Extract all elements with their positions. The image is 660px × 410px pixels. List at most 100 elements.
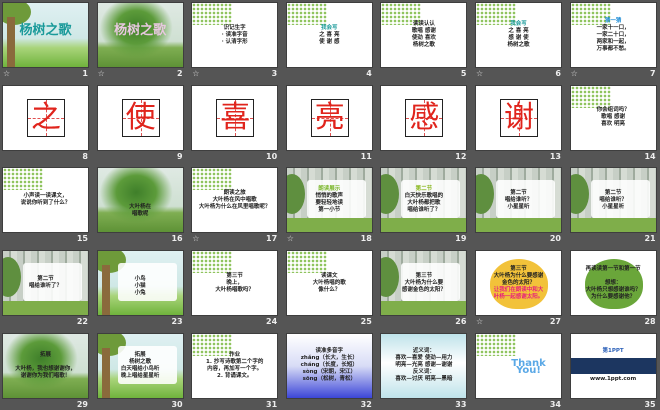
slide-text: 读读认认	[412, 21, 435, 27]
tian-grid: 之	[27, 98, 65, 137]
slide-text: 内容，再加写一个字。	[207, 365, 263, 372]
slide-thumbnail-8[interactable]: 之	[3, 85, 88, 150]
slide-thumbnail-30[interactable]: 拓展 杨树之歌 白天唱给小鸟听 晚上唱给星星听	[97, 333, 183, 398]
slide-number: 32	[360, 399, 372, 409]
animation-star-icon[interactable]: ☆	[192, 234, 199, 243]
slide-thumbnail-31[interactable]: 作业 1. 抄写诗歌第二个字的 内容，再加写一个字。 2. 背诵课文。	[192, 333, 278, 398]
slide-text: 使劲 喜欢	[411, 35, 436, 41]
slide-thumbnail-23[interactable]: 小鸟 小猫 小兔	[97, 251, 183, 316]
slide-text: 唱给谁听？	[504, 196, 533, 203]
slide-number: 3	[271, 69, 278, 78]
slide-number: 21	[644, 234, 656, 244]
slide-thumbnail-9[interactable]: 使	[97, 85, 183, 150]
slide-text: 大叶杨，我也想谢谢你，	[15, 365, 76, 372]
slide-thumbnail-17[interactable]: 朗读之旅 大叶杨在风中唱歌 大叶杨为什么在风里唱歌呢？	[192, 168, 278, 233]
animation-star-icon[interactable]: ☆	[571, 69, 578, 78]
slide-text: 一家二十口，	[596, 31, 630, 38]
slide-text: 一家十一口，	[596, 24, 630, 31]
slide-text: 想想：	[604, 279, 622, 286]
slide-thumbnail-4[interactable]: 我会写之 喜 亮使 谢 感	[286, 3, 372, 67]
slide-text: 大叶杨在风中唱歌	[212, 196, 257, 203]
slide-number: 7	[650, 69, 656, 78]
slide-thumbnail-7[interactable]: 猜一猜 一家十一口， 一家二十口， 两家和一起， 万事都不愁。	[570, 3, 656, 67]
slide-text: 拓展	[134, 351, 146, 358]
slide-number: 24	[266, 317, 278, 327]
slide-thumbnail-25[interactable]: 读课文 大叶杨唱的歌 像什么？	[286, 251, 372, 316]
slide-number: 34	[549, 399, 561, 409]
animation-star-icon[interactable]: ☆	[287, 234, 294, 243]
slide-text: 识记生字	[223, 24, 246, 31]
slide-text: 唱给谁听了？	[407, 207, 441, 214]
slide-text: 歌唱 感谢	[411, 28, 436, 34]
slide-text: 大叶杨唱的歌	[312, 279, 346, 286]
animation-star-icon[interactable]: ☆	[476, 317, 483, 326]
slide-thumbnail-34[interactable]: Thank You!	[476, 333, 561, 398]
slide-thumbnail-6[interactable]: 我会写之 喜 亮感 谢 使杨树之歌	[476, 3, 561, 67]
slide-thumbnail-24[interactable]: 第三节 晚上， 大叶杨唱歌吗？	[192, 251, 278, 316]
slide-text: 叶杨一起感谢太阳。	[493, 293, 544, 300]
animation-star-icon[interactable]: ☆	[98, 69, 105, 78]
slide-text: 杨树之歌	[114, 23, 167, 38]
slide-number: 2	[177, 69, 183, 78]
slide-number: 29	[76, 399, 88, 409]
slide-text: 唱给谁听？	[599, 196, 627, 203]
slide-text: 第三节	[226, 272, 243, 279]
slide-number: 15	[76, 234, 88, 244]
slide-number: 13	[549, 151, 561, 161]
slide-text: 喜欢—讨厌 明亮—黑暗	[395, 376, 453, 383]
slide-text: 第二节	[510, 189, 527, 196]
slide-number: 31	[266, 399, 278, 409]
slide-text: Thank You!	[511, 357, 546, 376]
slide-thumbnail-33[interactable]: 近义词： 喜欢—喜爱 使劲—用力 明亮—光亮 感谢—谢谢 反义词： 喜欢—讨厌 明亮—黑…	[381, 333, 467, 398]
slide-thumbnail-18[interactable]: 朗读展示 悄悄的歌声 要轻轻地读 第一小节	[286, 168, 372, 233]
animation-star-icon[interactable]: ☆	[476, 69, 483, 78]
slide-text: 万事都不愁。	[596, 45, 630, 52]
character: 亮	[314, 99, 345, 135]
slide-thumbnail-10[interactable]: 喜	[192, 85, 278, 150]
animation-star-icon[interactable]: ☆	[192, 69, 199, 78]
slide-text: 使 谢 感	[319, 38, 340, 45]
slide-text: 杨树之歌	[507, 42, 530, 48]
slide-thumbnail-35[interactable]: 第1PPT www.1ppt.com	[570, 333, 656, 398]
slide-thumbnail-14[interactable]: 你会组词吗？ 歌唱 感谢 喜欢 明亮	[570, 85, 656, 150]
slide-thumbnail-27[interactable]: 第三节 大叶杨为什么要感谢 金色的太阳？ 让我们在朗读中和大 叶杨一起感谢太阳。	[476, 251, 561, 316]
slide-text: 杨树之歌	[19, 23, 72, 38]
slide-thumbnail-3[interactable]: 识记生字 · 读准字音 · 认清字形	[192, 3, 278, 67]
slide-thumbnail-1[interactable]: 杨树之歌	[3, 3, 88, 67]
slide-thumbnail-20[interactable]: 第二节 唱给谁听？ 小星星听	[476, 168, 561, 233]
slide-text: 1. 抄写诗歌第二个字的	[206, 358, 264, 365]
slide-thumbnail-26[interactable]: 第三节 大叶杨为什么要 感谢金色的太阳？	[381, 251, 467, 316]
slide-thumbnail-22[interactable]: 第二节 唱给谁听了？	[3, 251, 88, 316]
slide-text: 大叶杨为什么要感谢	[493, 272, 544, 279]
slide-text: 让我们在朗读中和大	[493, 286, 544, 293]
slide-text: 我会写	[321, 24, 338, 31]
slide-number: 22	[76, 317, 88, 327]
slide-number: 11	[360, 151, 372, 161]
slide-text: 作业	[229, 351, 241, 358]
slide-thumbnail-16[interactable]: 大叶杨在 唱歌呢	[97, 168, 183, 233]
slide-text: 晚上唱给星星听	[120, 372, 160, 379]
slide-thumbnail-5[interactable]: 读读认认 歌唱 感谢 使劲 喜欢 杨树之歌	[381, 3, 467, 67]
animation-star-icon[interactable]: ☆	[3, 69, 10, 78]
slide-thumbnail-15[interactable]: 小声读一读课文， 说说你听到了什么？	[3, 168, 88, 233]
slide-text: 第三节	[510, 265, 527, 272]
slide-text: sōng（松树，青松）	[302, 376, 356, 383]
slide-thumbnail-11[interactable]: 亮	[286, 85, 372, 150]
slide-number: 10	[266, 151, 278, 161]
slide-number: 30	[171, 399, 183, 409]
slide-thumbnail-2[interactable]: 杨树之歌	[97, 3, 183, 67]
slide-thumbnail-13[interactable]: 谢	[476, 85, 561, 150]
slide-thumbnail-21[interactable]: 第二节 唱给谁听？ 小星星听	[570, 168, 656, 233]
slide-text: 大叶杨在	[129, 203, 152, 210]
slide-text: 晚上，	[226, 279, 243, 286]
slide-thumbnail-29[interactable]: 拓展 大叶杨，我也想谢谢你， 谢谢你为我们唱歌！	[3, 333, 88, 398]
slide-thumbnail-19[interactable]: 第二节 白天快乐歌唱的 大叶杨都把歌 唱给谁听了？	[381, 168, 467, 233]
slide-text: 两家和一起，	[596, 38, 630, 45]
slide-thumbnail-32[interactable]: 读准多音字 zhǎng（长大，生长） cháng（长度，长短） sòng（宋朝，宋江）…	[286, 333, 372, 398]
tian-grid: 喜	[216, 98, 255, 137]
character: 感	[409, 99, 440, 135]
character: 使	[125, 99, 156, 135]
slide-thumbnail-12[interactable]: 感	[381, 85, 467, 150]
slide-text: 大叶杨唱歌吗？	[215, 286, 254, 293]
slide-thumbnail-28[interactable]: 再读读第一节和第一节 想想： 大叶杨只想感谢谁吗？ 为什么要感谢他？	[570, 251, 656, 316]
